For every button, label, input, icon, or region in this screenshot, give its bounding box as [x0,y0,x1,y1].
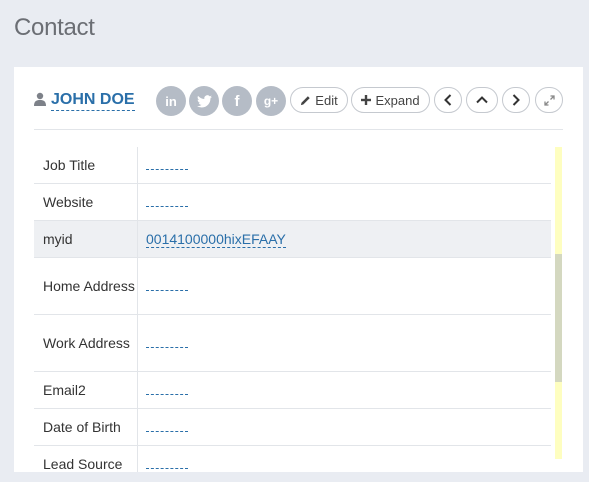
next-button[interactable] [502,87,530,113]
edit-button[interactable]: Edit [290,87,348,113]
field-label: Lead Source [34,445,138,472]
header-divider [34,129,563,130]
expand-button[interactable]: Expand [351,87,430,113]
expand-arrows-icon [543,94,555,106]
scrollbar-thumb[interactable] [555,254,562,382]
field-label: Date of Birth [34,408,138,446]
empty-value-link[interactable] [146,394,188,395]
fullscreen-button[interactable] [535,87,563,113]
table-row: Work Address [34,314,551,372]
contact-card: JOHN DOE in f g+ Edit Expand Job Title W… [14,67,583,472]
twitter-icon[interactable] [189,86,219,116]
empty-value-link[interactable] [146,468,188,469]
scrollbar-track[interactable] [555,147,562,459]
collapse-up-button[interactable] [466,87,498,113]
table-row: Date of Birth [34,408,551,446]
field-label: Website [34,183,138,221]
empty-value-link[interactable] [146,169,188,170]
twitter-bird-icon [196,94,212,107]
field-label: Email2 [34,371,138,409]
linkedin-icon[interactable]: in [156,86,186,116]
empty-value-link[interactable] [146,206,188,207]
google-plus-icon[interactable]: g+ [256,86,286,116]
table-row: Lead Source [34,445,551,472]
field-value[interactable] [137,257,551,315]
field-label: Work Address [34,314,138,372]
pencil-icon [301,95,311,105]
table-row: Website [34,183,551,221]
field-value[interactable] [137,147,551,184]
field-table-scroll[interactable]: Job Title Website myid 0014100000hixEFAA… [34,147,563,472]
user-icon [34,92,46,106]
field-value[interactable] [137,314,551,372]
field-value[interactable] [137,183,551,221]
page-title: Contact [14,14,95,41]
chevron-left-icon [444,94,452,106]
empty-value-link[interactable] [146,347,188,348]
field-value[interactable]: 0014100000hixEFAAY [137,220,551,258]
table-row: Home Address [34,257,551,315]
myid-value-link[interactable]: 0014100000hixEFAAY [146,230,286,248]
facebook-icon[interactable]: f [222,86,252,116]
empty-value-link[interactable] [146,431,188,432]
table-row: myid 0014100000hixEFAAY [34,220,551,258]
field-label: myid [34,220,138,258]
table-row: Job Title [34,147,551,184]
empty-value-link[interactable] [146,290,188,291]
field-value[interactable] [137,371,551,409]
contact-header: JOHN DOE in f g+ Edit Expand [14,67,583,129]
plus-icon [361,95,372,105]
table-row: Email2 [34,371,551,409]
previous-button[interactable] [434,87,462,113]
field-label: Home Address [34,257,138,315]
contact-name-link[interactable]: JOHN DOE [51,91,135,111]
field-label: Job Title [34,147,138,184]
chevron-right-icon [512,94,520,106]
chevron-up-icon [476,96,488,104]
field-value[interactable] [137,445,551,472]
field-table: Job Title Website myid 0014100000hixEFAA… [34,147,551,472]
field-value[interactable] [137,408,551,446]
